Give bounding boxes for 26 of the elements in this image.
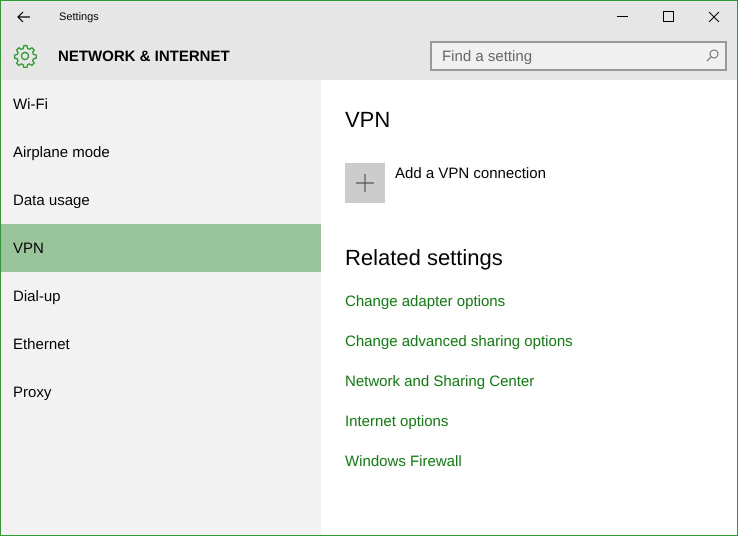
- back-arrow-icon: [17, 10, 31, 22]
- minimize-icon: [616, 16, 628, 18]
- settings-link[interactable]: Change advanced sharing options: [345, 333, 573, 350]
- sidebar-item[interactable]: Proxy: [1, 368, 321, 416]
- add-button[interactable]: [345, 163, 385, 203]
- sidebar-item[interactable]: Dial-up: [1, 272, 321, 320]
- settings-link[interactable]: Network and Sharing Center: [345, 373, 534, 390]
- add-vpn-label: Add a VPN connection: [395, 165, 546, 182]
- search-field[interactable]: Find a setting: [430, 41, 727, 71]
- sidebar-item[interactable]: Wi-Fi: [1, 80, 321, 128]
- close-icon: [708, 10, 720, 22]
- plus-icon: [356, 174, 374, 192]
- settings-link[interactable]: Change adapter options: [345, 293, 506, 310]
- related-settings-heading: Related settings: [345, 245, 504, 271]
- settings-link[interactable]: Windows Firewall: [345, 453, 462, 470]
- gear-icon: [13, 44, 37, 68]
- search-icon: [706, 49, 719, 62]
- sidebar-item[interactable]: VPN: [1, 224, 321, 272]
- page-title: VPN: [345, 107, 392, 133]
- sidebar-item[interactable]: Ethernet: [1, 320, 321, 368]
- window-title: Settings: [59, 10, 100, 22]
- sidebar-item[interactable]: Airplane mode: [1, 128, 321, 176]
- sidebar-item[interactable]: Data usage: [1, 176, 321, 224]
- maximize-icon: [662, 11, 674, 22]
- section-title: NETWORK & INTERNET: [58, 48, 231, 64]
- settings-link[interactable]: Internet options: [345, 413, 448, 430]
